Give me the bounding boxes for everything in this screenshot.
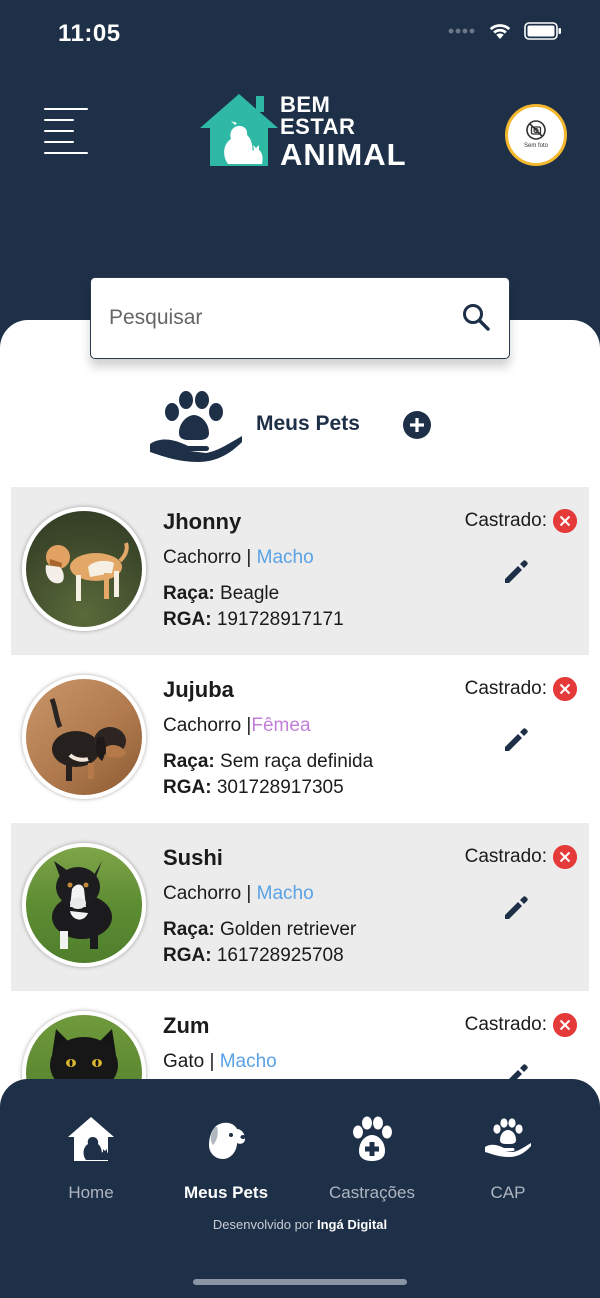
pet-species-sex: Cachorro | Macho: [163, 547, 314, 568]
pet-sex: Macho: [219, 1051, 277, 1072]
castrated-label: Castrado:: [464, 678, 547, 699]
breed-label: Raça:: [163, 751, 215, 772]
credit-prefix: Desenvolvido por: [212, 1217, 314, 1232]
pet-rga: RGA: 301728917305: [163, 777, 344, 799]
avatar-label: Sem foto: [523, 143, 548, 149]
pet-card[interactable]: Jujuba Cachorro |Fêmea Raça: Sem raça de…: [11, 655, 589, 823]
pet-breed: Raça: Sem raça definida: [163, 751, 373, 773]
beagle-dog-photo: [45, 542, 129, 601]
status-icons: [448, 22, 562, 40]
breed-value: Golden retriever: [220, 919, 357, 940]
search-box: [90, 277, 510, 359]
my-pets-header: Meus Pets: [148, 384, 438, 468]
pet-sex: Macho: [256, 883, 314, 904]
pet-species-sex: Cachorro | Macho: [163, 883, 314, 904]
status-bar: 11:05: [0, 0, 600, 70]
pet-species: Gato: [163, 1051, 205, 1072]
developer-credit: Desenvolvido por Ingá Digital: [0, 1217, 600, 1232]
pet-card[interactable]: Jhonny Cachorro | Macho Raça: Beagle RGA…: [11, 487, 589, 655]
castrated-status: Castrado:: [465, 677, 577, 701]
pet-species-sex: Cachorro |Fêmea: [163, 715, 311, 736]
pet-species: Cachorro: [163, 715, 242, 736]
breed-value: Beagle: [220, 583, 280, 604]
breed-label: Raça:: [163, 919, 215, 940]
hand-paw-icon: [485, 1118, 531, 1157]
profile-avatar[interactable]: Sem foto: [505, 104, 567, 166]
tab-label: Meus Pets: [183, 1183, 269, 1202]
search-icon[interactable]: [461, 302, 491, 332]
house-pet-logo-icon: [200, 94, 278, 166]
battery-icon: [524, 22, 561, 40]
pet-name: Jhonny: [163, 509, 242, 534]
edit-pencil-icon[interactable]: [501, 893, 531, 923]
breed-value: Sem raça definida: [220, 751, 374, 772]
pet-name: Jujuba: [163, 677, 234, 702]
status-time: 11:05: [58, 20, 121, 47]
paw-cross-icon: [353, 1116, 392, 1161]
no-photo-icon: [526, 120, 546, 140]
castrated-label: Castrado:: [464, 510, 547, 531]
pet-species: Cachorro: [163, 883, 242, 904]
search-input[interactable]: [107, 296, 441, 340]
wifi-icon: [489, 24, 511, 39]
tab-home[interactable]: Home: [31, 1115, 151, 1203]
edit-pencil-icon[interactable]: [501, 725, 531, 755]
pet-photo: [22, 507, 146, 631]
dog-head-icon: [209, 1122, 246, 1159]
pet-photo: [22, 843, 146, 967]
pet-species-sex: Gato | Macho: [163, 1051, 277, 1072]
pet-species: Cachorro: [163, 547, 242, 568]
rga-value: 301728917305: [216, 777, 344, 798]
tab-castracoes[interactable]: Castrações: [312, 1115, 432, 1203]
rga-label: RGA:: [163, 945, 212, 966]
rga-label: RGA:: [163, 777, 212, 798]
logo-wordmark: BEM ESTAR ANIMAL: [280, 92, 407, 172]
castrated-status: Castrado:: [465, 1013, 577, 1037]
pet-sex: Fêmea: [251, 715, 311, 736]
house-pet-icon: [68, 1117, 114, 1161]
hamburger-menu-icon[interactable]: [44, 108, 92, 154]
not-castrated-icon: [553, 845, 577, 869]
breed-label: Raça:: [163, 583, 215, 604]
pet-rga: RGA: 191728917171: [163, 609, 344, 631]
mixed-breed-dog-photo: [49, 698, 126, 781]
add-pet-icon[interactable]: [402, 410, 432, 440]
logo-line-2: ESTAR: [280, 114, 356, 139]
pet-rga: RGA: 161728925708: [163, 945, 344, 967]
pet-breed: Raça: Beagle: [163, 583, 279, 605]
castrated-label: Castrado:: [464, 1014, 547, 1035]
rga-label: RGA:: [163, 609, 212, 630]
app-logo: BEM ESTAR ANIMAL: [196, 88, 411, 170]
logo-line-3: ANIMAL: [280, 137, 407, 172]
castrated-status: Castrado:: [465, 845, 577, 869]
puppy-dog-photo: [52, 861, 112, 949]
pet-name: Sushi: [163, 845, 223, 870]
tab-label: CAP: [490, 1183, 526, 1202]
section-title: Meus Pets: [256, 412, 360, 435]
not-castrated-icon: [553, 677, 577, 701]
app-header: BEM ESTAR ANIMAL Sem foto: [0, 80, 600, 210]
cellular-signal-icon: [448, 28, 475, 34]
not-castrated-icon: [553, 1013, 577, 1037]
edit-pencil-icon[interactable]: [501, 557, 531, 587]
not-castrated-icon: [553, 509, 577, 533]
rga-value: 161728925708: [216, 945, 344, 966]
tab-meus-pets[interactable]: Meus Pets: [166, 1115, 286, 1203]
credit-company[interactable]: Ingá Digital: [317, 1217, 387, 1232]
logo-line-1: BEM: [280, 92, 331, 117]
bottom-tab-bar: Home Meus Pets Castrações CAP Desenvolvi…: [0, 1079, 600, 1298]
pet-card[interactable]: Sushi Cachorro | Macho Raça: Golden retr…: [11, 823, 589, 991]
castrated-status: Castrado:: [465, 509, 577, 533]
home-indicator[interactable]: [193, 1279, 407, 1285]
tab-label: Home: [68, 1183, 114, 1202]
pet-sex: Macho: [256, 547, 314, 568]
tab-cap[interactable]: CAP: [448, 1115, 568, 1203]
pet-name: Zum: [163, 1013, 210, 1038]
rga-value: 191728917171: [216, 609, 344, 630]
hand-paw-icon: [150, 391, 242, 462]
castrated-label: Castrado:: [464, 846, 547, 867]
pet-breed: Raça: Golden retriever: [163, 919, 356, 941]
tab-label: Castrações: [329, 1183, 415, 1202]
pet-photo: [22, 675, 146, 799]
